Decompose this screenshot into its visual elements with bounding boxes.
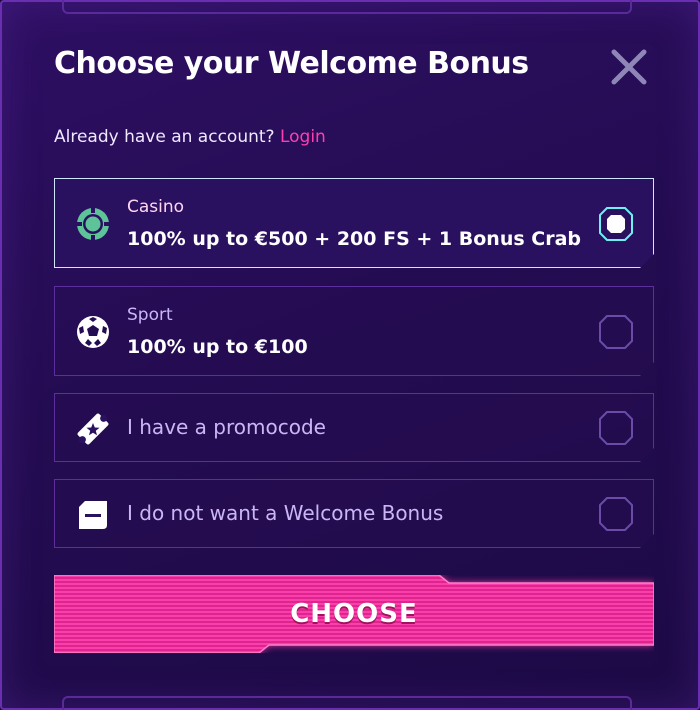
ticket-icon (75, 411, 111, 447)
option-description: 100% up to €100 (127, 336, 308, 358)
close-icon[interactable] (608, 46, 650, 88)
option-no-bonus[interactable]: I do not want a Welcome Bonus (54, 479, 654, 548)
login-prompt-text: Already have an account? (54, 127, 275, 147)
choose-button[interactable]: CHOOSE (53, 574, 655, 654)
radio-unselected-icon[interactable] (599, 497, 633, 531)
option-casino[interactable]: Casino 100% up to €500 + 200 FS + 1 Bonu… (54, 178, 654, 268)
option-label: Casino (127, 197, 185, 217)
welcome-bonus-modal: Choose your Welcome Bonus Already have a… (0, 0, 700, 710)
casino-chip-icon (75, 206, 111, 242)
dialog-title: Choose your Welcome Bonus (54, 46, 529, 81)
soccer-ball-icon (75, 314, 111, 350)
login-link[interactable]: Login (280, 127, 326, 147)
bottom-decor-strip (62, 696, 632, 710)
radio-unselected-icon[interactable] (599, 411, 633, 445)
top-decor-strip (62, 0, 632, 14)
option-promocode[interactable]: I have a promocode (54, 393, 654, 462)
option-label: I do not want a Welcome Bonus (127, 501, 444, 525)
option-description: 100% up to €500 + 200 FS + 1 Bonus Crab (127, 228, 582, 250)
choose-button-label: CHOOSE (290, 599, 418, 629)
no-bonus-icon (75, 497, 111, 533)
option-label: Sport (127, 305, 173, 325)
radio-unselected-icon[interactable] (599, 315, 633, 349)
option-label: I have a promocode (127, 415, 326, 439)
option-sport[interactable]: Sport 100% up to €100 (54, 286, 654, 376)
login-prompt: Already have an account? Login (54, 127, 326, 147)
radio-selected-icon[interactable] (599, 207, 633, 241)
